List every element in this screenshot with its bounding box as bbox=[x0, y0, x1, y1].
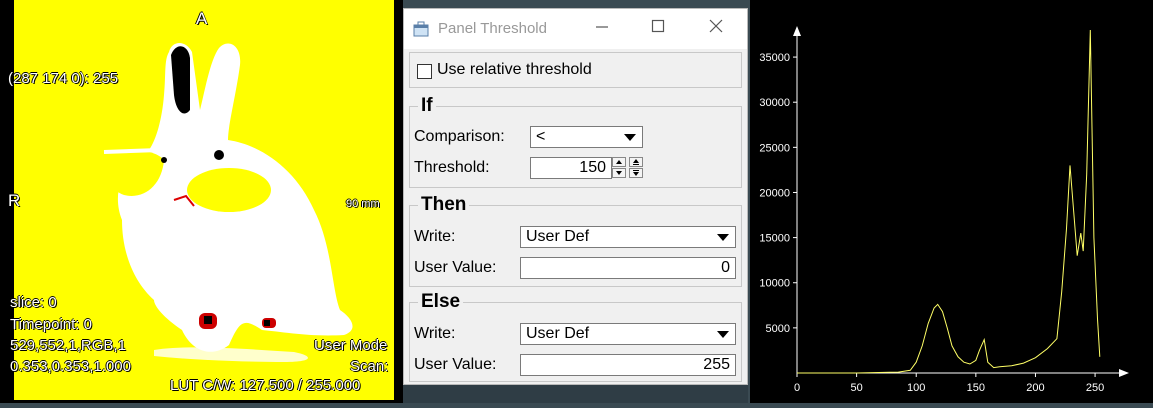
panel-threshold-window: Panel Threshold Use relative threshold I… bbox=[403, 8, 748, 385]
else-write-dropdown[interactable]: User Def bbox=[520, 323, 736, 345]
orientation-top: A bbox=[196, 9, 208, 28]
then-write-label: Write: bbox=[414, 228, 456, 245]
else-write-value: User Def bbox=[526, 325, 590, 342]
relative-threshold-label: Use relative threshold bbox=[437, 61, 592, 78]
maximize-button[interactable] bbox=[643, 17, 673, 41]
threshold-fast-spinner[interactable] bbox=[629, 157, 645, 179]
if-group: If Comparison: < Threshold: 150 bbox=[409, 95, 742, 188]
mode-label: User Mode bbox=[314, 337, 388, 354]
spin-down-button[interactable] bbox=[612, 168, 626, 178]
then-write-value: User Def bbox=[526, 228, 590, 245]
then-group: Then Write: User Def User Value: 0 bbox=[409, 194, 742, 287]
x-axis-arrow-icon bbox=[1119, 369, 1129, 377]
y-axis-arrow-icon bbox=[793, 26, 801, 36]
maximize-icon bbox=[651, 19, 665, 33]
relative-threshold-box: Use relative threshold bbox=[409, 52, 742, 88]
y-tick-label: 35000 bbox=[759, 52, 790, 64]
y-tick-label: 5000 bbox=[766, 323, 790, 335]
y-tick-label: 25000 bbox=[759, 142, 790, 154]
double-up-icon bbox=[633, 159, 639, 165]
window-title: Panel Threshold bbox=[438, 20, 547, 37]
else-group-title: Else bbox=[418, 291, 464, 313]
window-app-icon bbox=[413, 21, 429, 37]
comparison-value: < bbox=[536, 128, 546, 145]
dimensions-label: 529,552,1,RGB,1 bbox=[10, 337, 126, 354]
histogram-series-line bbox=[797, 29, 1101, 374]
threshold-input[interactable]: 150 bbox=[530, 157, 612, 179]
histogram-chart: 5000 10000 15000 20000 25000 30000 35000 0 50 100… bbox=[759, 26, 1129, 394]
minimize-button[interactable] bbox=[587, 17, 617, 41]
x-tick-label: 0 bbox=[794, 382, 800, 394]
image-viewer[interactable]: A R (287 174 0): 255 90 mm slice: 0 Time… bbox=[0, 0, 403, 403]
relative-threshold-checkbox[interactable] bbox=[417, 64, 432, 79]
orientation-left: R bbox=[8, 191, 21, 210]
slice-label: slice: 0 bbox=[10, 294, 57, 311]
comparison-label: Comparison: bbox=[414, 128, 505, 145]
scale-label: 90 mm bbox=[346, 198, 380, 210]
x-tick-label: 150 bbox=[967, 382, 985, 394]
fast-down-button[interactable] bbox=[629, 168, 643, 178]
else-user-value-input[interactable]: 255 bbox=[520, 354, 736, 376]
y-tick-label: 15000 bbox=[759, 233, 790, 245]
chevron-down-icon bbox=[717, 234, 729, 241]
else-user-value-label: User Value: bbox=[414, 356, 497, 373]
then-write-dropdown[interactable]: User Def bbox=[520, 226, 736, 248]
chevron-down-icon bbox=[624, 134, 636, 141]
chevron-down-icon bbox=[717, 331, 729, 338]
fast-up-button[interactable] bbox=[629, 157, 643, 167]
x-tick-label: 200 bbox=[1026, 382, 1044, 394]
x-tick-label: 250 bbox=[1086, 382, 1104, 394]
double-down-icon bbox=[633, 170, 639, 176]
spin-up-icon bbox=[616, 160, 622, 164]
then-user-value-input[interactable]: 0 bbox=[520, 257, 736, 279]
y-tick-label: 10000 bbox=[759, 278, 790, 290]
spin-up-button[interactable] bbox=[612, 157, 626, 167]
else-group: Else Write: User Def User Value: 255 bbox=[409, 291, 742, 382]
spin-down-icon bbox=[616, 171, 622, 175]
y-tick-label: 20000 bbox=[759, 187, 790, 199]
timepoint-label: Timepoint: 0 bbox=[10, 316, 92, 333]
if-group-title: If bbox=[418, 95, 436, 117]
spacing-label: 0.353,0.353,1.000 bbox=[10, 358, 131, 375]
scan-label: Scan: bbox=[350, 358, 389, 375]
y-tick-label: 30000 bbox=[759, 97, 790, 109]
then-group-title: Then bbox=[418, 194, 470, 216]
threshold-label: Threshold: bbox=[414, 159, 490, 176]
minimize-icon bbox=[596, 26, 608, 28]
comparison-dropdown[interactable]: < bbox=[530, 126, 643, 148]
close-icon bbox=[709, 19, 723, 33]
title-bar[interactable]: Panel Threshold bbox=[404, 9, 747, 49]
pixel-readout: (287 174 0): 255 bbox=[8, 70, 119, 87]
then-user-value-label: User Value: bbox=[414, 259, 497, 276]
x-tick-label: 50 bbox=[850, 382, 862, 394]
histogram-view[interactable]: 5000 10000 15000 20000 25000 30000 35000 0 50 100… bbox=[750, 0, 1153, 403]
x-tick-label: 100 bbox=[907, 382, 925, 394]
threshold-spinner[interactable] bbox=[612, 157, 628, 179]
lut-label: LUT C/W: 127.500 / 255.000 bbox=[170, 377, 361, 394]
background-app-strip bbox=[403, 383, 748, 403]
close-button[interactable] bbox=[701, 17, 731, 41]
else-write-label: Write: bbox=[414, 325, 456, 342]
